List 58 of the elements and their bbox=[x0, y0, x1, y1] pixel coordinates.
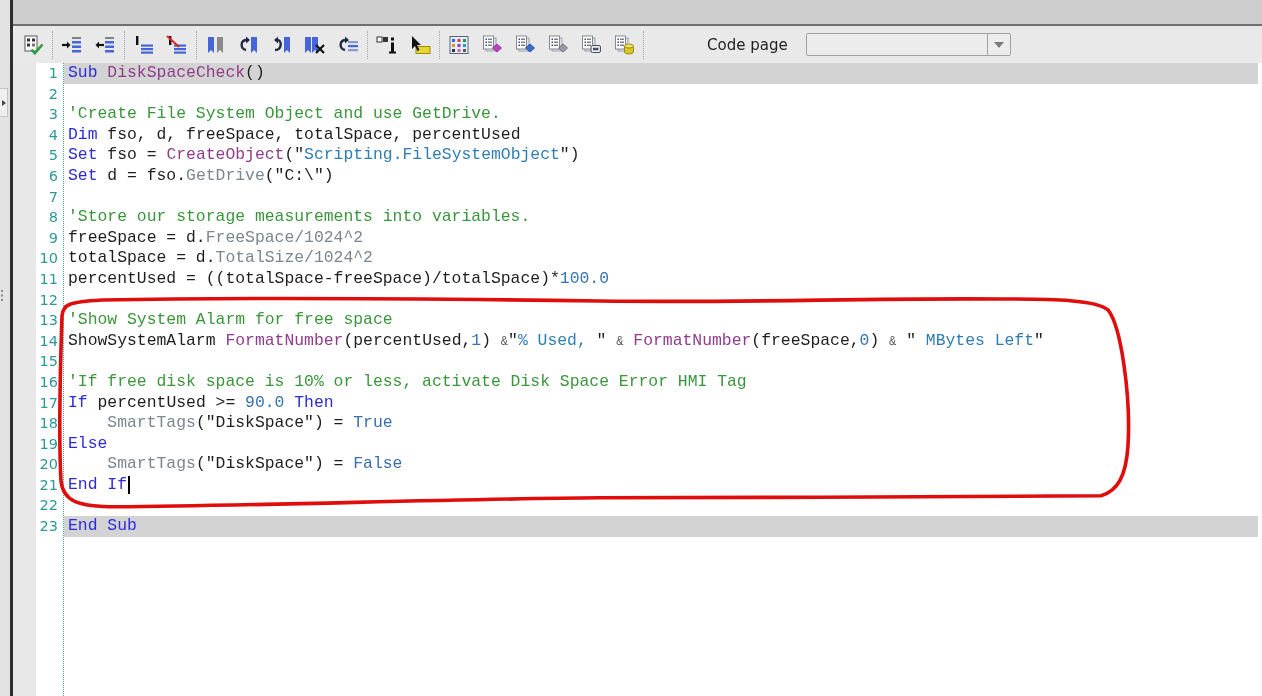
collapse-tab[interactable] bbox=[0, 88, 8, 117]
document-box-icon[interactable] bbox=[580, 34, 602, 55]
line-number: 4 bbox=[48, 125, 58, 145]
check-document-icon[interactable] bbox=[22, 34, 44, 55]
code-line: End If bbox=[64, 474, 1258, 496]
line-number: 8 bbox=[48, 208, 58, 228]
line-number: 12 bbox=[39, 290, 58, 310]
code-line: Else bbox=[67, 433, 109, 455]
code-line: Dim fso, d, freeSpace, totalSpace, percentUsed bbox=[67, 124, 522, 146]
info-icon[interactable] bbox=[376, 34, 398, 55]
line-number: 5 bbox=[48, 146, 58, 166]
code-line: SmartTags("DiskSpace") = False bbox=[106, 454, 404, 475]
previous-bookmark-icon[interactable] bbox=[238, 34, 260, 55]
line-number: 21 bbox=[39, 475, 58, 495]
line-number: 22 bbox=[39, 496, 58, 516]
document-diamond-icon[interactable] bbox=[514, 34, 536, 55]
comment-lines-icon[interactable] bbox=[133, 34, 155, 55]
line-number: 1 bbox=[48, 64, 58, 83]
line-number: 19 bbox=[39, 434, 58, 454]
code-line: freeSpace = d.FreeSpace/1024^2 bbox=[67, 227, 365, 249]
code-page-label: Code page bbox=[707, 35, 788, 54]
line-number: 2 bbox=[48, 84, 58, 104]
code-line: 'Show System Alarm for free space bbox=[67, 310, 394, 331]
line-number: 14 bbox=[39, 331, 58, 351]
code-line: 'Create File System Object and use GetDrive. bbox=[67, 104, 502, 125]
code-line: Set fso = CreateObject("Scripting.FileSystemObject") bbox=[67, 145, 581, 166]
caret-icon bbox=[1, 99, 6, 106]
code-line: Set d = fso.GetDrive("C:\") bbox=[67, 165, 335, 187]
document-diamond-icon[interactable] bbox=[481, 34, 503, 55]
cursor-box-icon[interactable] bbox=[409, 34, 431, 55]
code-line: SmartTags("DiskSpace") = True bbox=[106, 413, 394, 434]
line-number: 7 bbox=[48, 187, 58, 207]
document-cylinder-icon[interactable] bbox=[613, 34, 635, 55]
line-number: 15 bbox=[39, 352, 58, 372]
delete-bookmarks-icon[interactable] bbox=[304, 34, 326, 55]
line-number: 23 bbox=[39, 517, 58, 537]
line-number: 13 bbox=[39, 311, 58, 331]
line-number: 3 bbox=[48, 105, 58, 125]
line-number: 16 bbox=[39, 372, 58, 392]
uncomment-lines-icon[interactable] bbox=[166, 34, 188, 55]
line-number: 20 bbox=[39, 455, 58, 475]
line-number: 17 bbox=[39, 393, 58, 413]
code-line: 'Store our storage measurements into variables. bbox=[67, 207, 532, 228]
line-number: 9 bbox=[48, 228, 58, 248]
document-diamond-icon[interactable] bbox=[547, 34, 569, 55]
code-line: totalSpace = d.TotalSize/1024^2 bbox=[67, 248, 374, 269]
code-line: If percentUsed >= 90.0 Then bbox=[67, 392, 335, 414]
code-line: 'If free disk space is 10% or less, activate Disk Space Error HMI Tag bbox=[67, 371, 748, 393]
line-number: 18 bbox=[39, 414, 58, 434]
line-number: 6 bbox=[48, 166, 58, 186]
line-number: 10 bbox=[39, 249, 58, 269]
color-grid-icon[interactable] bbox=[448, 34, 470, 55]
indent-icon[interactable] bbox=[61, 34, 83, 55]
line-number: 11 bbox=[39, 269, 58, 289]
code-line: ShowSystemAlarm FormatNumber(percentUsed,1) &"% Used, " & FormatNumber(freeSpace,0) & " MBytes Left" bbox=[67, 330, 1045, 352]
code-line: percentUsed = ((totalSpace-freeSpace)/totalSpace)*100.0 bbox=[67, 268, 610, 290]
caret-icon bbox=[993, 41, 1004, 48]
outdent-icon[interactable] bbox=[94, 34, 116, 55]
